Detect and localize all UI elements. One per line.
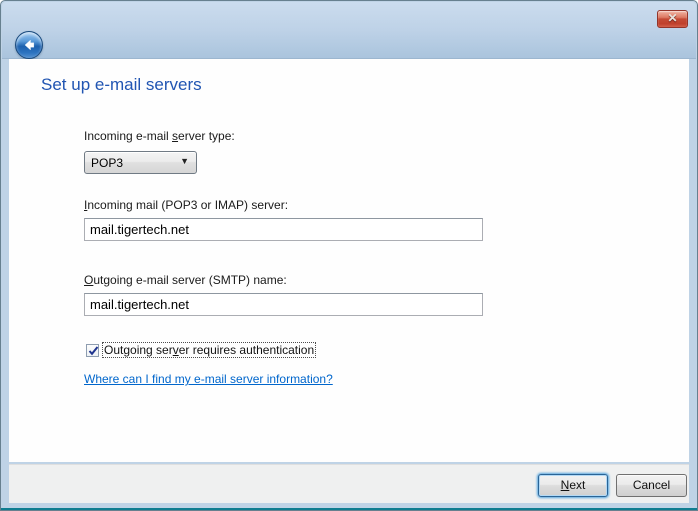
wizard-content: Set up e-mail servers Incoming e-mail se… xyxy=(9,59,689,462)
close-icon: ✕ xyxy=(667,11,678,25)
next-button[interactable]: Next xyxy=(538,474,608,497)
server-type-label: Incoming e-mail server type: xyxy=(84,129,235,143)
wizard-window: ✕ Set up e-mail servers Incoming e-mail … xyxy=(0,0,698,511)
outgoing-server-input[interactable] xyxy=(84,293,483,316)
outgoing-server-label: Outgoing e-mail server (SMTP) name: xyxy=(84,273,287,287)
server-type-dropdown[interactable]: POP3 ▼ xyxy=(84,151,197,174)
server-type-value: POP3 xyxy=(91,156,124,170)
footer-bar: Next Cancel xyxy=(9,464,689,503)
back-button[interactable] xyxy=(15,31,43,59)
window-bottom-edge xyxy=(1,508,697,510)
auth-checkbox-label[interactable]: Outgoing server requires authentication xyxy=(101,342,317,358)
incoming-server-input[interactable] xyxy=(84,218,483,241)
auth-checkbox-row: Outgoing server requires authentication xyxy=(86,342,317,358)
cancel-button[interactable]: Cancel xyxy=(616,474,687,497)
chevron-down-icon: ▼ xyxy=(180,156,189,166)
close-button[interactable]: ✕ xyxy=(657,10,688,28)
server-info-help-link[interactable]: Where can I find my e-mail server inform… xyxy=(84,372,333,386)
titlebar: ✕ xyxy=(2,2,696,59)
auth-checkbox[interactable] xyxy=(86,343,99,357)
incoming-server-label: Incoming mail (POP3 or IMAP) server: xyxy=(84,198,289,212)
page-title: Set up e-mail servers xyxy=(41,75,202,94)
